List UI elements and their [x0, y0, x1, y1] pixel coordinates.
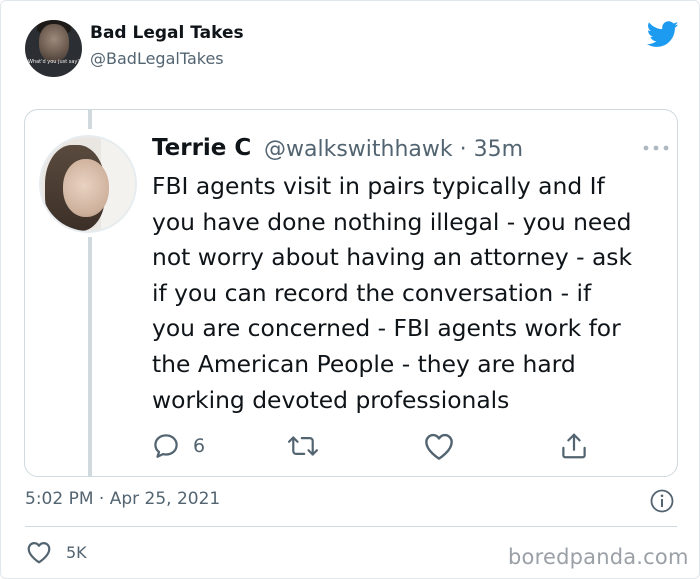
author-name[interactable]: Bad Legal Takes [90, 23, 244, 43]
meta-separator: · [459, 137, 467, 162]
share-button[interactable] [559, 429, 589, 463]
quoted-author-name[interactable]: Terrie C [152, 135, 251, 161]
quoted-author-handle[interactable]: @walkswithhawk [264, 137, 453, 162]
tweet-text-line: you have done nothing illegal - you need [152, 207, 632, 236]
reply-count: 6 [193, 435, 206, 457]
quoted-time-ago[interactable]: 35m [474, 137, 523, 162]
author-avatar[interactable]: What'd you just say? [25, 20, 82, 77]
quoted-author-avatar[interactable] [39, 135, 137, 233]
tweet-like-button[interactable]: 5K [26, 540, 87, 564]
reply-icon [154, 434, 178, 458]
quoted-meta: @walkswithhawk · 35m [264, 137, 523, 162]
tweet-timestamp[interactable]: 5:02 PM · Apr 25, 2021 [25, 489, 220, 509]
thread-line [88, 109, 92, 129]
like-count: 5K [66, 542, 87, 562]
tweet-text-line: working devoted professionals [152, 385, 510, 414]
tweet-card: What'd you just say? Bad Legal Takes @Ba… [0, 0, 700, 579]
divider [25, 526, 677, 527]
tweet-text-line: FBI agents visit in pairs typically and … [152, 172, 605, 200]
quoted-tweet-actions: 6 [151, 429, 601, 463]
retweet-button[interactable] [286, 429, 320, 463]
tweet-text-line: not worry about having an attorney - ask [152, 243, 633, 272]
info-icon[interactable] [649, 488, 675, 514]
twitter-bird-icon[interactable] [647, 21, 679, 48]
thread-line [88, 237, 92, 477]
tweet-text-line: if you can record the conversation - if [152, 278, 592, 307]
retweet-icon [287, 436, 319, 456]
like-button[interactable] [423, 429, 455, 463]
tweet-text-line: you are concerned - FBI agents work for [152, 314, 621, 343]
heart-icon [27, 542, 51, 564]
reply-button[interactable]: 6 [151, 429, 205, 463]
more-options-icon[interactable] [642, 141, 670, 155]
like-icon [425, 433, 453, 460]
watermark: boredpanda.com [508, 545, 689, 569]
author-handle[interactable]: @BadLegalTakes [90, 49, 224, 68]
share-icon [562, 433, 586, 459]
quoted-tweet-text: FBI agents visit in pairs typically and … [152, 169, 672, 418]
tweet-text-line: the American People - they are hard [152, 349, 576, 378]
avatar-caption: What'd you just say? [28, 59, 81, 65]
